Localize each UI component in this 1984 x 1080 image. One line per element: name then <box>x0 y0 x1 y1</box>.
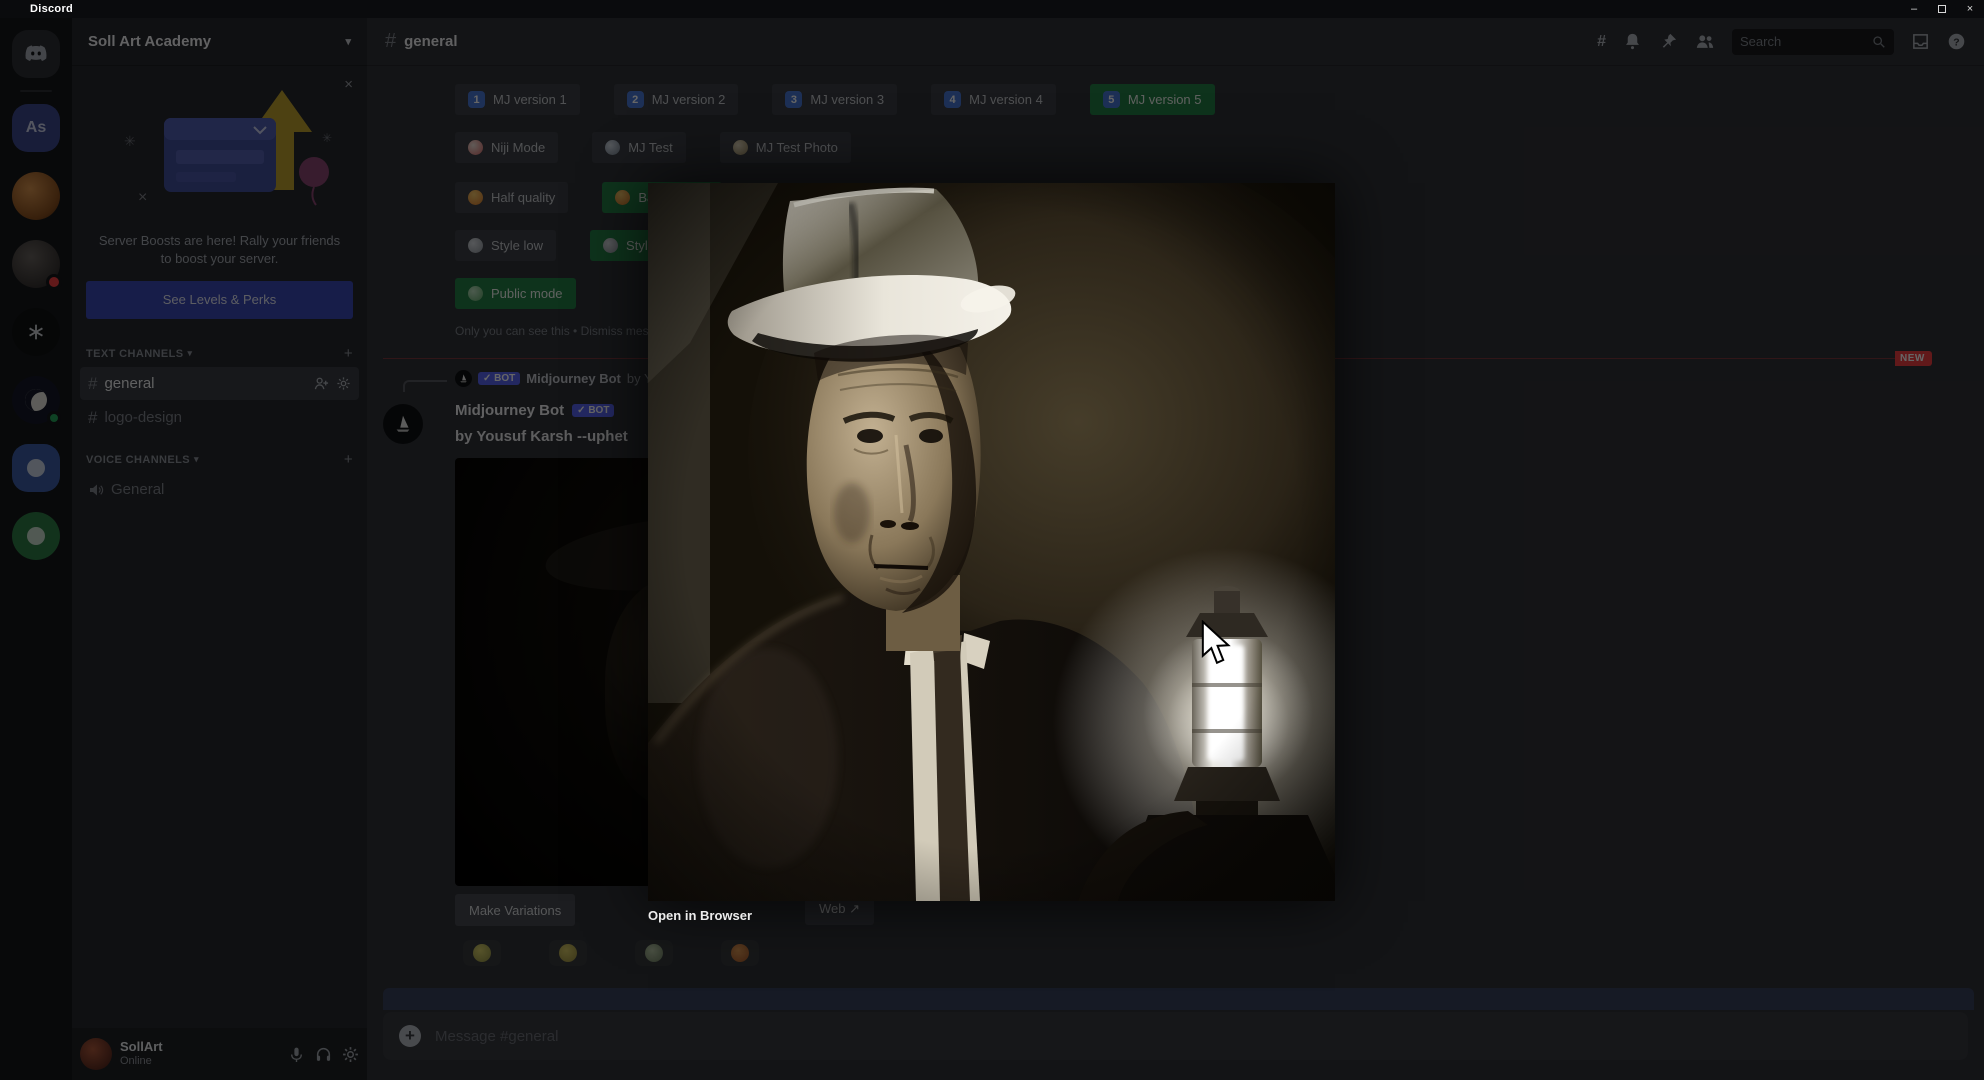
cursor-arrow-icon <box>1201 619 1231 665</box>
image-lightbox: Open in Browser <box>648 183 1335 923</box>
window-controls: – × <box>1900 0 1984 18</box>
close-button[interactable]: × <box>1956 0 1984 18</box>
discord-app: Discord – × As Soll Art Academy ▾ <box>0 0 1984 1080</box>
mouse-cursor <box>1200 619 1234 671</box>
maximize-icon <box>1938 5 1946 13</box>
window-titlebar: Discord – × <box>0 0 1984 18</box>
open-in-browser-link[interactable]: Open in Browser <box>648 908 1335 923</box>
maximize-button[interactable] <box>1928 0 1956 18</box>
minimize-button[interactable]: – <box>1900 0 1928 18</box>
window-title: Discord <box>30 3 74 15</box>
portrait-image[interactable] <box>648 183 1335 901</box>
